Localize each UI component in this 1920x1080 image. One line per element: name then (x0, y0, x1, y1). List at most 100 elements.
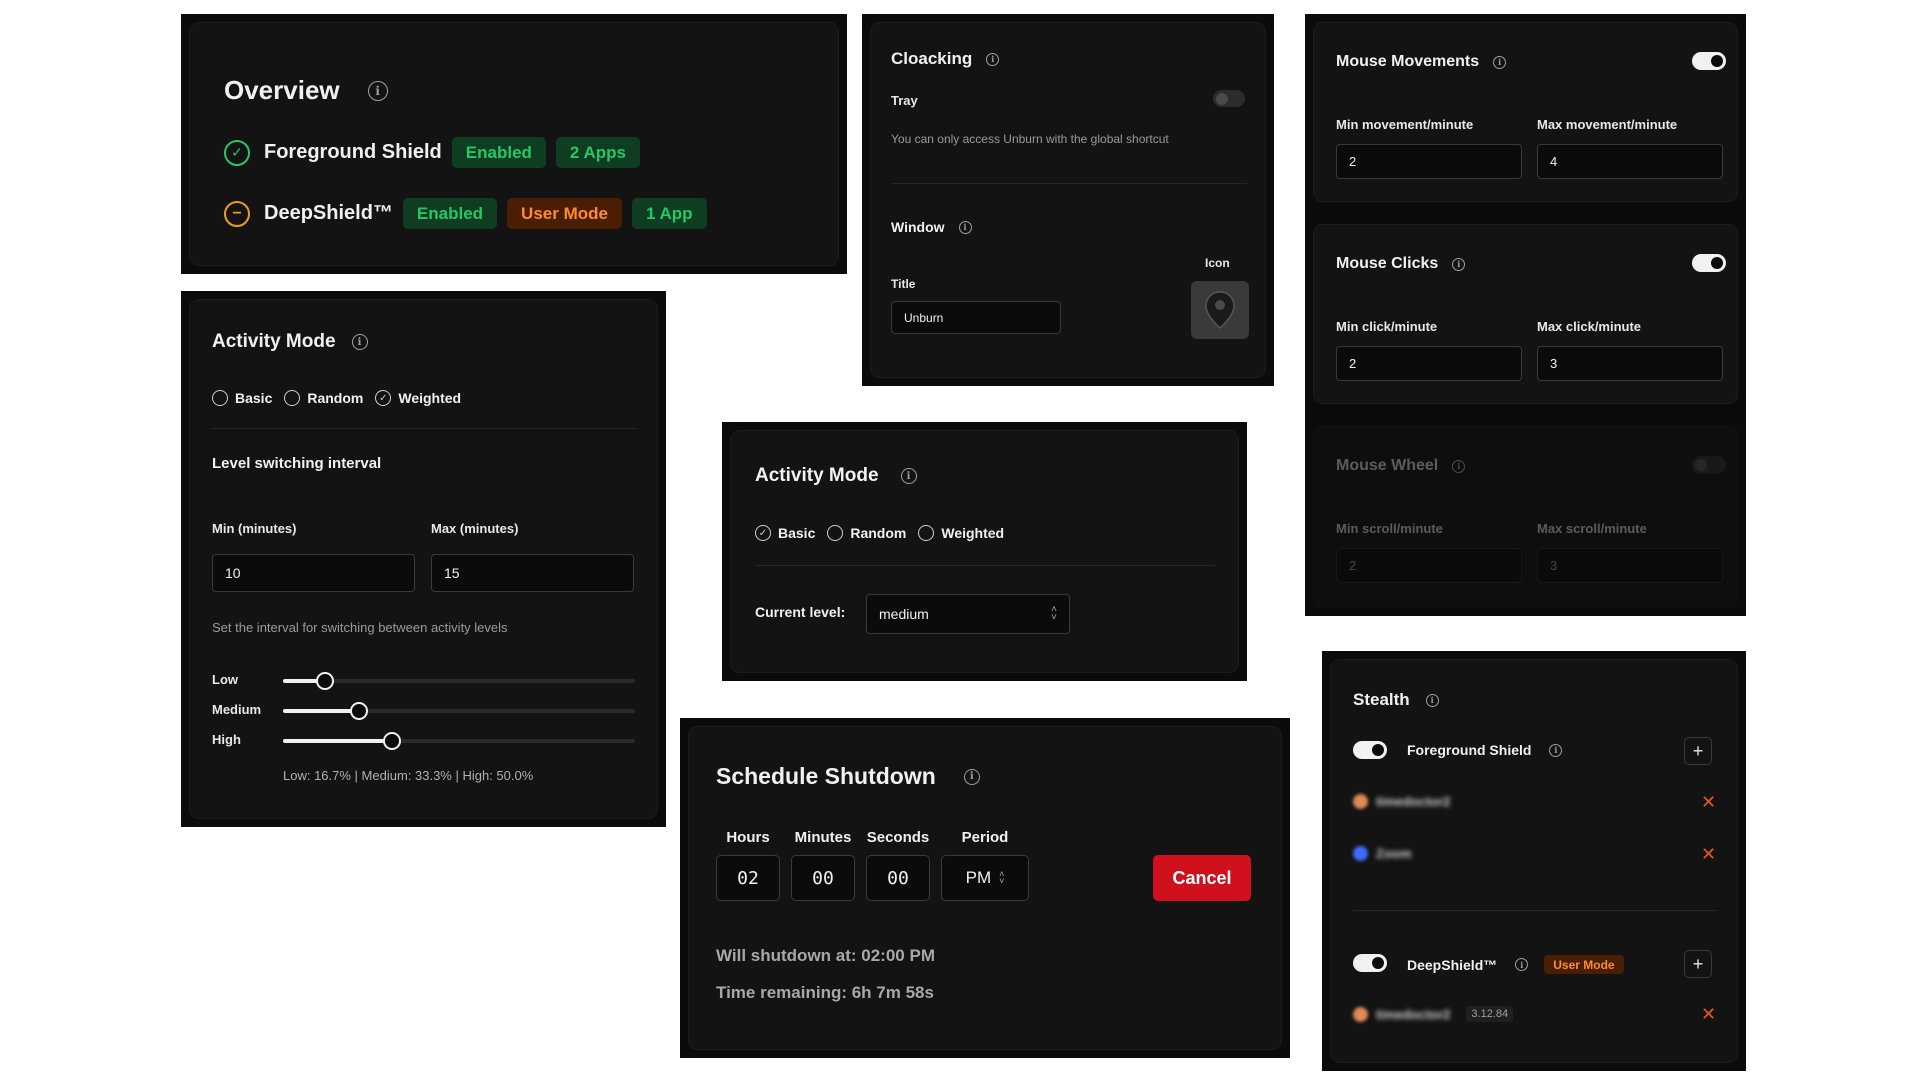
tray-label: Tray (891, 93, 918, 108)
hours-input[interactable]: 02 (716, 855, 780, 901)
window-title-input[interactable]: Unburn (891, 301, 1061, 334)
user-mode-badge: User Mode (1544, 955, 1624, 974)
check-circle-icon: ✓ (224, 139, 250, 166)
min-movement-label: Min movement/minute (1336, 117, 1474, 132)
remove-app-icon[interactable]: ✕ (1701, 792, 1716, 813)
period-label: Period (961, 829, 1009, 846)
mouse-panel: Mouse Movements i Min movement/minute Ma… (1305, 14, 1746, 616)
slider-low-label: Low (212, 672, 238, 687)
add-deepshield-app-button[interactable]: + (1684, 950, 1712, 978)
slider-high-thumb[interactable] (383, 732, 402, 750)
activity-basic-panel: Activity Mode i ✓ Basic Random Weighted … (722, 422, 1247, 681)
mouse-clicks-title: Mouse Clicks (1336, 255, 1439, 272)
radio-random[interactable] (827, 525, 844, 541)
deepshield-toggle[interactable] (1353, 954, 1387, 972)
min-movement-input[interactable]: 2 (1336, 144, 1522, 179)
activity-mode-title: Activity Mode (755, 465, 879, 486)
activity-mode-title: Activity Mode (212, 331, 336, 352)
info-icon[interactable]: i (1425, 693, 1439, 707)
max-click-input[interactable]: 3 (1537, 346, 1723, 381)
minutes-input[interactable]: 00 (791, 855, 855, 901)
mouse-wheel-toggle[interactable] (1692, 456, 1726, 474)
slider-high[interactable] (283, 732, 635, 750)
radio-basic-label: Basic (778, 525, 816, 541)
chevron-up-down-icon: ˄ ˅ (1051, 604, 1057, 623)
radio-weighted[interactable]: ✓ (375, 390, 392, 406)
radio-basic[interactable] (212, 390, 228, 406)
info-icon[interactable]: i (1493, 55, 1507, 69)
slider-medium-thumb[interactable] (349, 702, 368, 720)
info-icon[interactable]: i (963, 768, 980, 785)
radio-weighted-label: Weighted (398, 390, 462, 406)
add-foreground-app-button[interactable]: + (1684, 737, 1712, 765)
info-icon[interactable]: i (1549, 743, 1563, 757)
min-scroll-input[interactable]: 2 (1336, 548, 1522, 583)
min-minutes-label: Min (minutes) (212, 521, 297, 536)
divider (891, 183, 1247, 184)
list-item: Zoom (1353, 846, 1411, 861)
info-icon[interactable]: i (367, 80, 388, 101)
slider-low-thumb[interactable] (316, 672, 335, 690)
current-level-select[interactable]: medium ˄ ˅ (866, 594, 1070, 634)
hours-label: Hours (726, 829, 770, 846)
tray-toggle[interactable] (1213, 90, 1245, 107)
seconds-input[interactable]: 00 (866, 855, 930, 901)
mouse-movements-toggle[interactable] (1692, 52, 1726, 70)
radio-basic[interactable]: ✓ (755, 525, 771, 541)
max-click-label: Max click/minute (1537, 319, 1642, 334)
app-icon (1353, 794, 1368, 809)
app-icon (1353, 846, 1368, 861)
info-icon[interactable]: i (1515, 958, 1529, 971)
app-name: timedoctor2 (1376, 1006, 1451, 1022)
divider (1353, 910, 1717, 911)
mouse-movements-card: Mouse Movements i Min movement/minute Ma… (1313, 22, 1738, 202)
info-icon[interactable]: i (1452, 257, 1466, 271)
min-click-input[interactable]: 2 (1336, 346, 1522, 381)
info-icon[interactable]: i (958, 220, 972, 234)
max-movement-input[interactable]: 4 (1537, 144, 1723, 179)
max-minutes-input[interactable]: 15 (431, 554, 634, 592)
radio-random-label: Random (850, 525, 907, 541)
icon-picker[interactable] (1191, 281, 1249, 339)
divider (755, 565, 1215, 566)
mouse-wheel-card: Mouse Wheel i Min scroll/minute Max scro… (1313, 426, 1738, 608)
seconds-label: Seconds (866, 829, 930, 846)
slider-medium[interactable] (283, 702, 635, 720)
radio-weighted-label: Weighted (941, 525, 1005, 541)
remove-app-icon[interactable]: ✕ (1701, 844, 1716, 865)
enabled-badge: Enabled (402, 198, 498, 229)
chevron-up-down-icon: ˄ ˅ (999, 868, 1005, 886)
max-scroll-value: 3 (1550, 558, 1558, 573)
max-scroll-input[interactable]: 3 (1537, 548, 1723, 583)
foreground-shield-label: Foreground Shield (1407, 742, 1532, 758)
radio-random[interactable] (284, 390, 301, 406)
slider-low[interactable] (283, 672, 635, 690)
radio-basic-label: Basic (235, 390, 273, 406)
foreground-shield-toggle[interactable] (1353, 741, 1387, 759)
cancel-button[interactable]: Cancel (1153, 855, 1251, 901)
min-minutes-input[interactable]: 10 (212, 554, 415, 592)
info-icon[interactable]: i (351, 334, 368, 350)
minus-circle-icon: − (224, 200, 250, 227)
period-select[interactable]: PM ˄ ˅ (941, 855, 1029, 901)
period-value: PM (965, 868, 992, 887)
min-scroll-label: Min scroll/minute (1336, 521, 1443, 536)
app-name: Zoom (1376, 846, 1412, 861)
user-mode-badge: User Mode (507, 198, 622, 229)
max-scroll-label: Max scroll/minute (1537, 521, 1647, 536)
stealth-panel: Stealth i Foreground Shield i + timedoct… (1322, 651, 1746, 1071)
app-name: timedoctor2 (1376, 794, 1451, 809)
apps-count-badge: 2 Apps (555, 137, 640, 168)
hours-value: 02 (737, 867, 759, 889)
info-icon[interactable]: i (986, 52, 1000, 66)
schedule-title: Schedule Shutdown (716, 763, 936, 789)
mouse-clicks-toggle[interactable] (1692, 254, 1726, 272)
seconds-value: 00 (887, 867, 909, 889)
radio-weighted[interactable] (918, 525, 935, 541)
info-icon[interactable]: i (1452, 459, 1466, 473)
minutes-label: Minutes (794, 829, 852, 846)
slider-medium-label: Medium (212, 702, 262, 717)
remove-app-icon[interactable]: ✕ (1701, 1004, 1716, 1025)
deepshield-label: DeepShield™ (1407, 956, 1498, 973)
info-icon[interactable]: i (900, 468, 917, 484)
